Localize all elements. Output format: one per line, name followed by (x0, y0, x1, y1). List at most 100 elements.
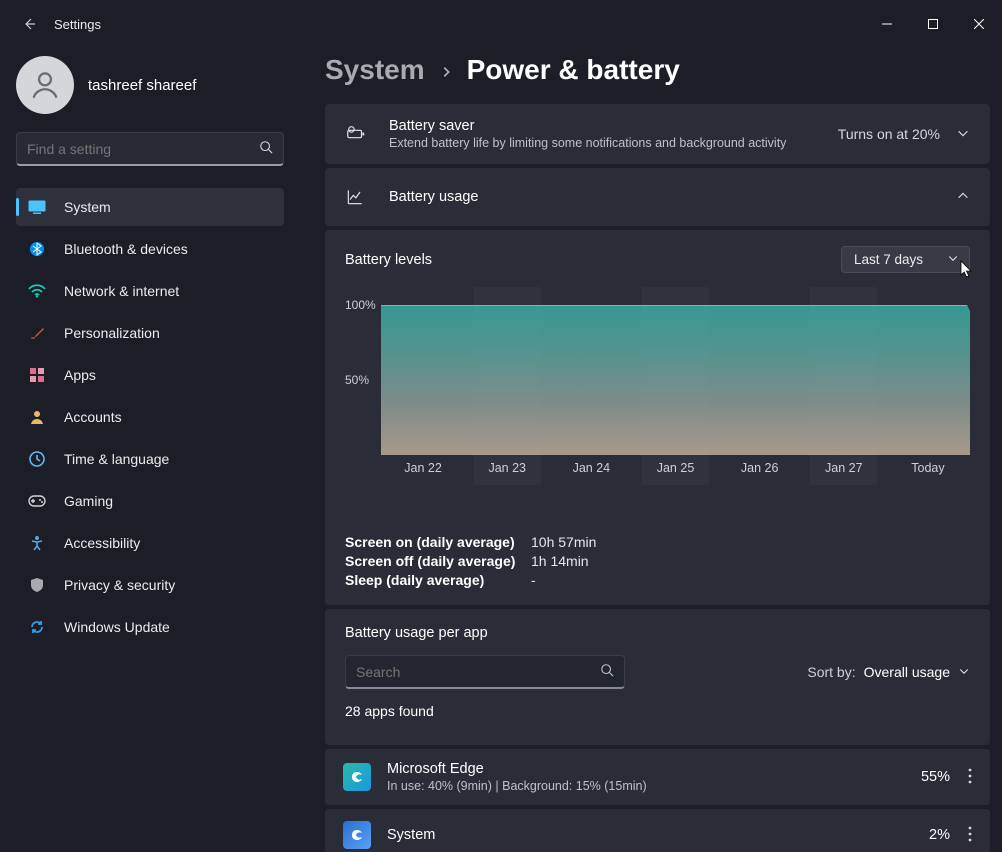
battery-usage-title: Battery usage (389, 189, 956, 205)
shield-icon (28, 576, 46, 594)
app-percentage: 55% (921, 769, 950, 785)
system-icon (28, 198, 46, 216)
more-options-button[interactable] (968, 768, 972, 787)
sidebar-item-accounts[interactable]: Accounts (16, 398, 284, 436)
sidebar-item-accessibility[interactable]: Accessibility (16, 524, 284, 562)
app-sub: In use: 40% (9min) | Background: 15% (15… (387, 779, 921, 793)
x-tick: Jan 23 (488, 461, 526, 475)
sort-by-dropdown[interactable]: Sort by: Overall usage (807, 664, 970, 680)
more-options-button[interactable] (968, 826, 972, 845)
window-title: Settings (54, 17, 101, 32)
x-tick: Jan 25 (657, 461, 695, 475)
battery-saver-title: Battery saver (389, 118, 838, 134)
sidebar-item-label: Apps (64, 367, 96, 383)
battery-usage-row[interactable]: Battery usage (325, 168, 990, 226)
stat-value: 10h 57min (531, 534, 596, 550)
x-tick: Today (911, 461, 944, 475)
breadcrumb-parent[interactable]: System (325, 54, 425, 86)
apps-icon (28, 366, 46, 384)
sidebar-item-system[interactable]: System (16, 188, 284, 226)
sidebar-item-bluetooth-devices[interactable]: Bluetooth & devices (16, 230, 284, 268)
account-name[interactable]: tashreef shareef (88, 77, 196, 94)
accessibility-icon (28, 534, 46, 552)
per-app-search[interactable] (345, 655, 625, 689)
sidebar-item-label: System (64, 199, 111, 215)
stat-label: Screen off (daily average) (345, 553, 531, 569)
sidebar-item-label: Network & internet (64, 283, 179, 299)
sidebar-item-windows-update[interactable]: Windows Update (16, 608, 284, 646)
clock-icon (28, 450, 46, 468)
battery-per-app-title: Battery usage per app (345, 625, 970, 641)
update-icon (28, 618, 46, 636)
sidebar-item-label: Windows Update (64, 619, 170, 635)
stat-row: Screen on (daily average)10h 57min (345, 534, 970, 550)
x-tick: Jan 27 (825, 461, 863, 475)
time-range-dropdown[interactable]: Last 7 days (841, 246, 970, 273)
x-tick: Jan 26 (741, 461, 779, 475)
y-tick: 100% (345, 298, 376, 312)
sidebar-item-label: Personalization (64, 325, 160, 341)
sidebar-item-label: Privacy & security (64, 577, 175, 593)
app-icon (343, 821, 371, 849)
apps-found-label: 28 apps found (345, 703, 970, 719)
app-icon (343, 763, 371, 791)
minimize-button[interactable] (864, 8, 910, 40)
chevron-up-icon (956, 189, 970, 206)
maximize-button[interactable] (910, 8, 956, 40)
chevron-right-icon (439, 54, 453, 86)
bluetooth-icon (28, 240, 46, 258)
app-item[interactable]: Microsoft Edge In use: 40% (9min) | Backg… (325, 749, 990, 805)
stat-row: Screen off (daily average)1h 14min (345, 553, 970, 569)
sidebar-item-time-language[interactable]: Time & language (16, 440, 284, 478)
sort-by-value: Overall usage (864, 664, 950, 680)
app-name: Microsoft Edge (387, 761, 921, 777)
wifi-icon (28, 282, 46, 300)
per-app-search-input[interactable] (356, 664, 600, 680)
chevron-down-icon (958, 664, 970, 680)
x-tick: Jan 24 (573, 461, 611, 475)
search-icon (259, 140, 273, 157)
sidebar-item-apps[interactable]: Apps (16, 356, 284, 394)
app-item[interactable]: System2% (325, 809, 990, 852)
x-tick: Jan 22 (404, 461, 442, 475)
battery-saver-row[interactable]: Battery saver Extend battery life by lim… (325, 104, 990, 164)
avatar[interactable] (16, 56, 74, 114)
battery-saver-status: Turns on at 20% (838, 126, 940, 142)
chevron-down-icon (956, 126, 970, 143)
page-title: Power & battery (467, 54, 680, 86)
app-name: System (387, 827, 929, 843)
y-tick: 50% (345, 373, 369, 387)
sidebar-item-network-internet[interactable]: Network & internet (16, 272, 284, 310)
stat-label: Sleep (daily average) (345, 572, 531, 588)
sidebar-item-label: Bluetooth & devices (64, 241, 188, 257)
stat-label: Screen on (daily average) (345, 534, 531, 550)
back-button[interactable] (14, 9, 44, 39)
time-range-value: Last 7 days (854, 252, 923, 267)
brush-icon (28, 324, 46, 342)
sidebar-item-gaming[interactable]: Gaming (16, 482, 284, 520)
sidebar-item-label: Accounts (64, 409, 122, 425)
person-icon (28, 408, 46, 426)
breadcrumb: System Power & battery (325, 54, 990, 86)
app-percentage: 2% (929, 827, 950, 843)
sidebar-item-label: Accessibility (64, 535, 140, 551)
battery-saver-subtitle: Extend battery life by limiting some not… (389, 136, 838, 150)
find-setting-search[interactable] (16, 132, 284, 166)
sidebar-item-label: Gaming (64, 493, 113, 509)
sidebar-item-privacy-security[interactable]: Privacy & security (16, 566, 284, 604)
sidebar-item-personalization[interactable]: Personalization (16, 314, 284, 352)
gaming-icon (28, 492, 46, 510)
find-setting-input[interactable] (27, 141, 259, 157)
chevron-down-icon (947, 252, 959, 267)
stat-row: Sleep (daily average)- (345, 572, 970, 588)
sidebar-item-label: Time & language (64, 451, 169, 467)
sort-by-label: Sort by: (807, 664, 855, 680)
stat-value: 1h 14min (531, 553, 589, 569)
chart-icon (345, 187, 371, 207)
battery-saver-icon (345, 123, 371, 145)
stat-value: - (531, 572, 536, 588)
close-button[interactable] (956, 8, 1002, 40)
battery-levels-title: Battery levels (345, 252, 432, 268)
search-icon (600, 663, 614, 680)
battery-levels-chart: 50% 100% Jan 22 Jan 23 Jan 24 Jan 25 Jan 26 Ja… (345, 287, 970, 487)
